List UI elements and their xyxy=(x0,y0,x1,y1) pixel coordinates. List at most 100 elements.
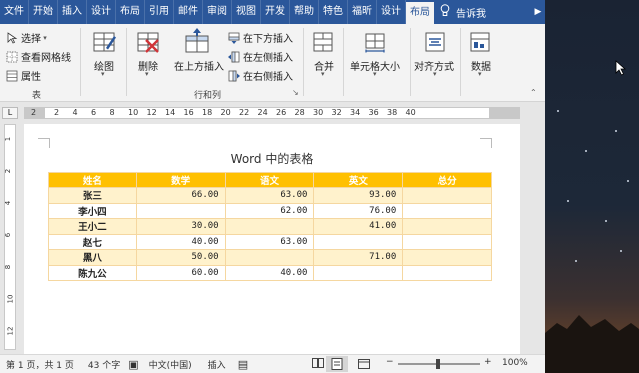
web-layout-icon[interactable] xyxy=(358,359,370,372)
cell-total[interactable] xyxy=(402,202,492,219)
tab-developer[interactable]: 开发 xyxy=(261,0,290,24)
table-row: 赵七 40.00 63.00 xyxy=(48,233,492,250)
ruler-number: 8 xyxy=(109,108,115,117)
vertical-ruler-number: 2 xyxy=(4,168,13,174)
draw-table-icon[interactable] xyxy=(92,30,118,54)
cell-math[interactable]: 40.00 xyxy=(135,233,226,250)
tab-mailings[interactable]: 邮件 xyxy=(174,0,203,24)
document-title: Word 中的表格 xyxy=(230,152,314,166)
header-chinese[interactable]: 语文 xyxy=(224,172,315,188)
cell-english[interactable] xyxy=(313,233,404,250)
cell-english[interactable]: 76.00 xyxy=(313,202,404,219)
tab-table-design[interactable]: 设计 xyxy=(377,0,406,24)
cell-english[interactable] xyxy=(313,264,404,281)
cell-chinese[interactable]: 40.00 xyxy=(224,264,315,281)
cell-math[interactable]: 30.00 xyxy=(135,218,226,235)
cell-total[interactable] xyxy=(402,218,492,235)
macro-record-icon[interactable]: ▤ xyxy=(238,358,248,371)
select-button[interactable]: 选择 ▾ xyxy=(6,30,47,45)
dialog-launcher-icon[interactable]: ↘ xyxy=(292,88,299,97)
delete-table-icon[interactable] xyxy=(136,30,162,54)
insert-left-button[interactable]: 在左侧插入 xyxy=(228,49,293,64)
cell-math[interactable]: 50.00 xyxy=(135,249,226,266)
tab-table-layout[interactable]: 布局 xyxy=(406,2,434,24)
tab-insert[interactable]: 插入 xyxy=(58,0,87,24)
data-icon[interactable] xyxy=(468,30,494,54)
read-mode-icon[interactable] xyxy=(312,357,324,371)
tab-help[interactable]: 帮助 xyxy=(290,0,319,24)
chevron-right-icon[interactable]: ▶ xyxy=(531,0,545,24)
ruler-number: 12 xyxy=(146,108,157,117)
header-name[interactable]: 姓名 xyxy=(48,172,137,188)
tab-home[interactable]: 开始 xyxy=(29,0,58,24)
cell-name[interactable]: 陈九公 xyxy=(48,264,137,281)
tab-design[interactable]: 设计 xyxy=(87,0,116,24)
zoom-slider[interactable] xyxy=(398,359,480,369)
cell-math[interactable]: 66.00 xyxy=(135,187,226,204)
header-total[interactable]: 总分 xyxy=(402,172,492,188)
view-gridlines-button[interactable]: 查看网格线 xyxy=(6,49,71,64)
zoom-level[interactable]: 100% xyxy=(502,358,528,368)
tab-view[interactable]: 视图 xyxy=(232,0,261,24)
alignment-icon[interactable] xyxy=(423,30,449,54)
star xyxy=(575,260,577,262)
cell-size-icon[interactable] xyxy=(363,30,389,54)
header-english[interactable]: 英文 xyxy=(313,172,404,188)
tab-features[interactable]: 特色 xyxy=(319,0,348,24)
cell-total[interactable] xyxy=(402,187,492,204)
zoom-slider-thumb[interactable] xyxy=(436,359,440,369)
cell-name[interactable]: 李小四 xyxy=(48,202,137,219)
tab-selector[interactable]: L xyxy=(2,107,18,119)
cell-total[interactable] xyxy=(402,233,492,250)
cell-math[interactable]: 60.00 xyxy=(135,264,226,281)
tell-me-label[interactable]: 告诉我 xyxy=(456,5,486,20)
cell-english[interactable]: 41.00 xyxy=(313,218,404,235)
cell-chinese[interactable]: 63.00 xyxy=(224,233,315,250)
cell-name[interactable]: 王小二 xyxy=(48,218,137,235)
lightbulb-icon[interactable] xyxy=(434,4,456,20)
insert-above-button[interactable]: 在上方插入 xyxy=(174,58,224,73)
word-count[interactable]: 43 个字 xyxy=(88,358,120,371)
print-layout-icon[interactable] xyxy=(326,356,348,372)
tab-layout[interactable]: 布局 xyxy=(116,0,145,24)
cell-total[interactable] xyxy=(402,264,492,281)
cell-english[interactable]: 93.00 xyxy=(313,187,404,204)
page-count[interactable]: 第 1 页，共 1 页 xyxy=(6,358,74,371)
zoom-out-button[interactable]: − xyxy=(386,357,394,367)
cell-name[interactable]: 黑八 xyxy=(48,249,137,266)
insert-right-button[interactable]: 在右侧插入 xyxy=(228,68,293,83)
cell-chinese[interactable] xyxy=(224,249,315,266)
tab-file[interactable]: 文件 xyxy=(0,0,29,24)
cell-total[interactable] xyxy=(402,249,492,266)
star xyxy=(585,150,587,152)
cell-name[interactable]: 赵七 xyxy=(48,233,137,250)
tab-review[interactable]: 审阅 xyxy=(203,0,232,24)
ribbon-separator xyxy=(80,28,81,96)
vertical-ruler-number: 6 xyxy=(4,232,13,238)
proofing-icon[interactable]: ▣ xyxy=(128,358,138,371)
tab-references[interactable]: 引用 xyxy=(145,0,174,24)
insert-above-icon[interactable] xyxy=(184,28,210,53)
properties-button[interactable]: 属性 xyxy=(6,68,41,83)
insert-mode[interactable]: 插入 xyxy=(208,358,226,371)
cell-chinese[interactable] xyxy=(224,218,315,235)
tab-foxit[interactable]: 福昕 xyxy=(348,0,377,24)
cell-math[interactable] xyxy=(135,202,226,219)
star xyxy=(615,130,617,132)
header-math[interactable]: 数学 xyxy=(135,172,226,188)
cell-chinese[interactable]: 62.00 xyxy=(224,202,315,219)
collapse-ribbon-icon[interactable]: ⌃ xyxy=(530,88,537,97)
cell-name[interactable]: 张三 xyxy=(48,187,137,204)
ruler-number: 20 xyxy=(220,108,231,117)
merge-icon[interactable] xyxy=(311,30,337,54)
ruler-strip[interactable]: 2 2 4 6 8 10 12 14 16 18 20 22 24 26 28 30 32 34 36 38 40 xyxy=(24,107,520,119)
ruler-number: 24 xyxy=(257,108,268,117)
zoom-in-button[interactable]: + xyxy=(484,357,492,367)
document-page[interactable]: Word 中的表格 姓名 数学 语文 英文 总分 张三 66.00 63.00 93.… xyxy=(24,124,520,354)
cell-english[interactable]: 71.00 xyxy=(313,249,404,266)
page-corner-mark xyxy=(38,138,50,148)
score-table[interactable]: 姓名 数学 语文 英文 总分 张三 66.00 63.00 93.00 李小四 62.00… xyxy=(48,172,492,281)
cell-chinese[interactable]: 63.00 xyxy=(224,187,315,204)
language-status[interactable]: 中文(中国) xyxy=(149,358,192,371)
insert-below-button[interactable]: 在下方插入 xyxy=(228,30,293,45)
